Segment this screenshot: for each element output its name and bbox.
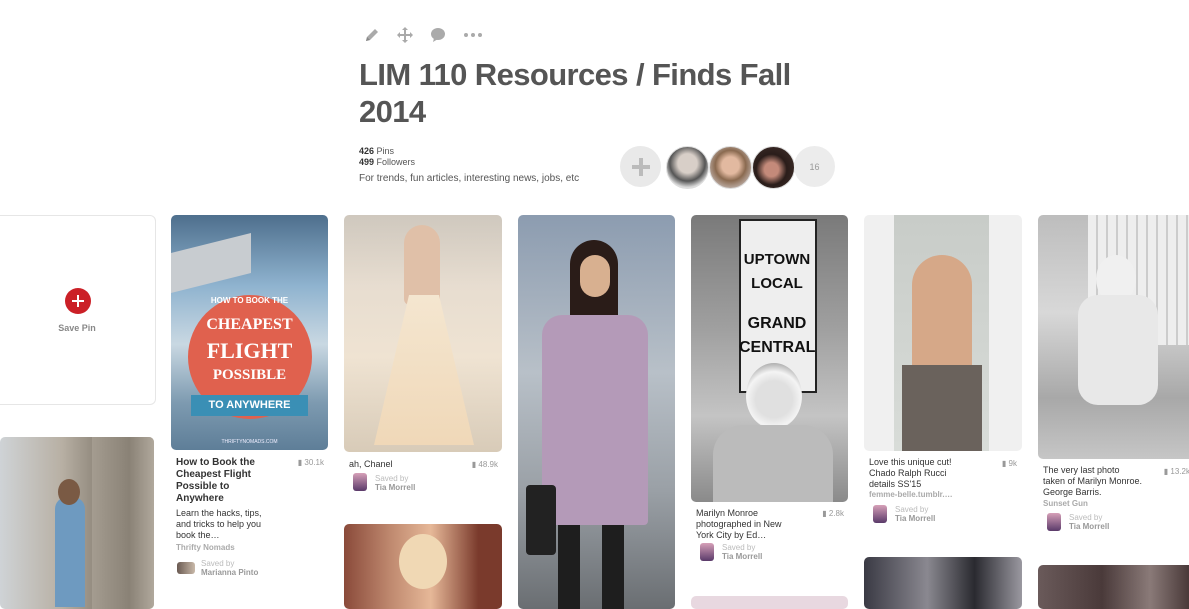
pins-count[interactable]: 426 Pins [359, 146, 394, 156]
followers-label: Followers [376, 157, 416, 167]
avatar[interactable] [666, 146, 709, 189]
pins-count-value: 426 [359, 146, 375, 156]
collaborators-more-badge[interactable]: 16 [794, 146, 835, 187]
pin-image[interactable] [864, 215, 1022, 451]
pin-description[interactable]: Love this unique cut! Chado Ralph Rucci … [869, 457, 969, 490]
pin-description[interactable]: ah, Chanel [349, 459, 449, 470]
saved-by[interactable]: Saved by Tia Morrell [1069, 513, 1109, 531]
pin-extra-description: Learn the hacks, tips, and tricks to hel… [176, 508, 262, 540]
image-text: POSSIBLE [212, 367, 287, 383]
pin-image[interactable] [864, 557, 1022, 609]
saved-by-thumb [1047, 513, 1061, 531]
saved-by-thumb [873, 505, 887, 523]
pins-label: Pins [376, 146, 395, 156]
pin-description[interactable]: The very last photo taken of Marilyn Mon… [1043, 465, 1143, 498]
pin-source[interactable]: femme-belle.tumblr.… [869, 490, 953, 499]
move-icon[interactable] [394, 24, 416, 46]
pin-image[interactable] [1038, 215, 1189, 459]
saved-by[interactable]: Saved by Tia Morrell [375, 474, 415, 492]
save-pin-label: Save Pin [58, 323, 96, 333]
followers-count-value: 499 [359, 157, 375, 167]
repin-count: ▮ 2.8k [822, 509, 844, 518]
comment-icon[interactable] [427, 24, 449, 46]
board-title: LIM 110 Resources / Finds Fall 2014 [359, 57, 791, 129]
image-text: THRIFTYNOMADS.COM [221, 439, 278, 445]
pin-image[interactable] [518, 215, 675, 609]
repin-count: ▮ 9k [1001, 459, 1017, 468]
board-description: For trends, fun articles, interesting ne… [359, 173, 580, 184]
saved-by-thumb [700, 543, 714, 561]
image-text: CHEAPEST [206, 316, 293, 333]
pin-description[interactable]: How to Book the Cheapest Flight Possible… [176, 457, 276, 505]
add-pin-icon [65, 288, 91, 314]
image-text: GRAND [747, 315, 807, 332]
add-collaborator-button[interactable] [620, 146, 661, 187]
plus-icon [631, 157, 650, 176]
pin-image[interactable] [344, 215, 502, 452]
image-text: CENTRAL [739, 339, 816, 356]
pin-image[interactable]: HOW TO BOOK THE CHEAPEST FLIGHT POSSIBLE… [171, 215, 328, 450]
repin-count: ▮ 30.1k [297, 458, 324, 467]
repin-count: ▮ 48.9k [471, 460, 498, 469]
pin-image[interactable] [344, 524, 502, 609]
saved-by[interactable]: Saved by Tia Morrell [895, 505, 935, 523]
image-text: TO ANYWHERE [191, 395, 308, 416]
avatar[interactable] [709, 146, 752, 189]
pin-source[interactable]: Sunset Gun [1043, 499, 1088, 508]
avatar[interactable] [752, 146, 795, 189]
image-text: FLIGHT [206, 338, 293, 363]
saved-by[interactable]: Saved by Tia Morrell [722, 543, 762, 561]
more-icon[interactable] [462, 24, 484, 46]
image-text: HOW TO BOOK THE [210, 296, 289, 305]
followers-count[interactable]: 499 Followers [359, 157, 415, 167]
saved-by-thumb [177, 562, 195, 574]
image-text: UPTOWN [743, 251, 811, 268]
pin-source[interactable]: Thrifty Nomads [176, 543, 235, 552]
pin-image[interactable] [691, 596, 848, 609]
pin-image[interactable]: UPTOWN LOCAL GRAND CENTRAL [691, 215, 848, 502]
save-pin-card[interactable]: Save Pin [0, 215, 156, 405]
image-text: LOCAL [751, 275, 803, 292]
pin-image[interactable] [0, 437, 154, 609]
saved-by[interactable]: Saved by Marianna Pinto [201, 559, 258, 577]
pin-description[interactable]: Marilyn Monroe photographed in New York … [696, 508, 796, 541]
pin-image[interactable] [1038, 565, 1189, 609]
pencil-icon[interactable] [361, 24, 383, 46]
saved-by-thumb [353, 473, 367, 491]
repin-count: ▮ 13.2k [1163, 467, 1189, 476]
